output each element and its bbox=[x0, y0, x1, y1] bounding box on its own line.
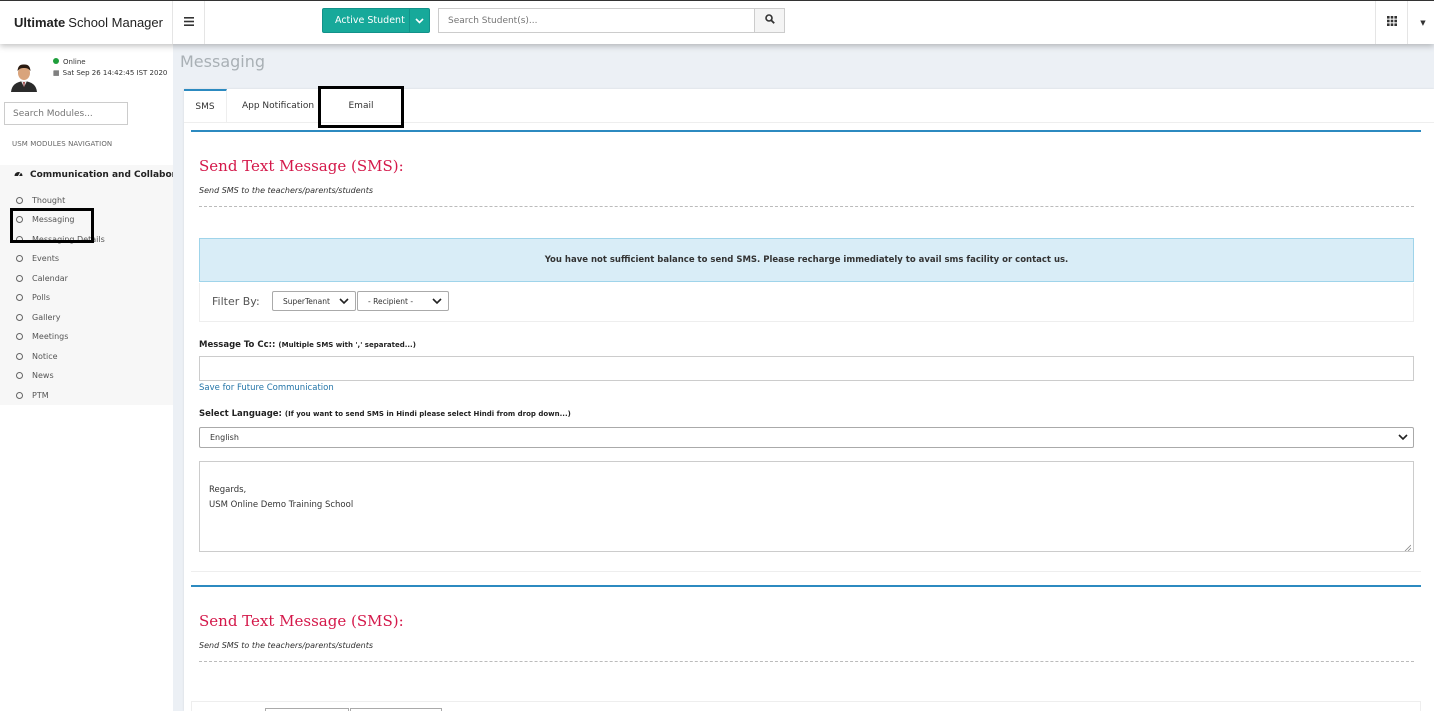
filter-row: Filter By: SuperTenant - Recipient - bbox=[199, 283, 1414, 322]
sidebar-item-gallery[interactable]: Gallery bbox=[16, 313, 61, 322]
user-status: Online ▦ Sat Sep 26 14:42:45 IST 2020 bbox=[53, 57, 167, 79]
cc-field-label: Message To Cc:: (Multiple SMS with ',' s… bbox=[199, 340, 416, 350]
section-title-second: Send Text Message (SMS): bbox=[199, 612, 404, 630]
student-search-input[interactable] bbox=[438, 8, 755, 33]
message-textarea[interactable]: Regards, USM Online Demo Training School bbox=[199, 461, 1414, 552]
section-subtitle-second: Send SMS to the teachers/parents/student… bbox=[199, 641, 374, 650]
avatar[interactable] bbox=[8, 60, 40, 92]
student-search-button[interactable] bbox=[755, 8, 785, 33]
filter-label: Filter By: bbox=[212, 295, 260, 308]
sidebar-item-events[interactable]: Events bbox=[16, 254, 59, 263]
circle-icon bbox=[16, 294, 23, 301]
online-status-text: Online bbox=[63, 58, 86, 66]
chevron-down-icon bbox=[432, 295, 442, 309]
lang-hint-text: (If you want to send SMS in Hindi please… bbox=[284, 410, 571, 418]
group-title-label: Communication and Collaboration bbox=[30, 170, 173, 180]
language-field-label: Select Language: (If you want to send SM… bbox=[199, 409, 571, 419]
content-panel: SMS App Notification Email Send Text Mes… bbox=[184, 89, 1434, 711]
top-navbar: Ultimate School Manager Active Student ▼ bbox=[0, 0, 1434, 44]
cc-hint-text: (Multiple SMS with ',' separated...) bbox=[278, 341, 416, 349]
circle-icon bbox=[16, 314, 23, 321]
section-divider-top bbox=[191, 130, 1421, 132]
section-title: Send Text Message (SMS): bbox=[199, 157, 404, 175]
circle-icon bbox=[16, 353, 23, 360]
sidebar-item-label: Thought bbox=[32, 196, 66, 205]
dashboard-icon bbox=[14, 169, 24, 180]
language-select[interactable]: English bbox=[199, 427, 1414, 448]
circle-icon bbox=[16, 197, 23, 204]
circle-icon bbox=[16, 275, 23, 282]
caret-down-icon: ▼ bbox=[1420, 18, 1426, 27]
lang-label-text: Select Language: bbox=[199, 409, 282, 419]
section-end-line bbox=[191, 571, 1421, 572]
sidebar-item-label: Calendar bbox=[32, 274, 68, 283]
brand-name-bold: Ultimate bbox=[14, 15, 66, 30]
online-dot-icon bbox=[53, 58, 59, 64]
circle-icon bbox=[16, 372, 23, 379]
tab-sms[interactable]: SMS bbox=[184, 89, 227, 123]
grid-icon bbox=[1386, 16, 1397, 29]
current-datetime: Sat Sep 26 14:42:45 IST 2020 bbox=[62, 69, 168, 77]
sidebar-item-label: Meetings bbox=[32, 332, 69, 341]
recipient-select-value: - Recipient - bbox=[368, 296, 414, 306]
highlight-box-messaging bbox=[10, 208, 94, 243]
hamburger-icon bbox=[183, 15, 194, 30]
cc-input[interactable] bbox=[199, 356, 1414, 381]
recipient-select[interactable]: - Recipient - bbox=[357, 291, 449, 311]
highlight-box-email-tab bbox=[318, 86, 404, 128]
apps-menu-button[interactable] bbox=[1375, 1, 1408, 44]
section-subtitle: Send SMS to the teachers/parents/student… bbox=[199, 186, 374, 195]
brand-name-rest: School Manager bbox=[68, 15, 163, 30]
sidebar-item-thought[interactable]: Thought bbox=[16, 196, 65, 205]
user-menu-caret[interactable]: ▼ bbox=[1412, 1, 1434, 44]
module-search-input[interactable] bbox=[4, 102, 128, 125]
chevron-down-icon bbox=[339, 295, 349, 309]
message-line: USM Online Demo Training School bbox=[209, 500, 354, 510]
page-title: Messaging bbox=[180, 52, 266, 71]
tenant-select-value: SuperTenant bbox=[283, 296, 330, 306]
section-divider-second bbox=[191, 585, 1421, 587]
circle-icon bbox=[16, 392, 23, 399]
calendar-icon: ▦ bbox=[53, 69, 60, 77]
sidebar-group-communication[interactable]: Communication and Collaboration bbox=[14, 169, 173, 180]
balance-alert: You have not sufficient balance to send … bbox=[199, 238, 1414, 282]
sidebar-item-label: Polls bbox=[32, 293, 51, 302]
active-student-dropdown[interactable]: Active Student bbox=[322, 8, 430, 33]
sidebar-item-label: Events bbox=[32, 254, 60, 263]
save-future-link[interactable]: Save for Future Communication bbox=[199, 383, 334, 393]
sidebar-item-label: PTM bbox=[32, 391, 49, 400]
sidebar-item-ptm[interactable]: PTM bbox=[16, 391, 49, 400]
chevron-down-icon bbox=[409, 9, 429, 32]
dashed-divider bbox=[199, 206, 1414, 207]
circle-icon bbox=[16, 333, 23, 340]
sidebar-item-notice[interactable]: Notice bbox=[16, 352, 58, 361]
nav-heading: USM MODULES NAVIGATION bbox=[12, 140, 113, 148]
sidebar-item-meetings[interactable]: Meetings bbox=[16, 332, 68, 341]
message-line: Regards, bbox=[209, 485, 247, 495]
search-icon bbox=[764, 14, 775, 27]
sidebar-item-news[interactable]: News bbox=[16, 371, 54, 380]
sidebar-item-polls[interactable]: Polls bbox=[16, 293, 50, 302]
filter-row-second bbox=[191, 701, 1421, 711]
chevron-down-icon bbox=[1398, 431, 1408, 445]
active-student-label: Active Student bbox=[335, 15, 405, 26]
sidebar-item-label: News bbox=[32, 371, 54, 380]
dashed-divider-second bbox=[199, 661, 1414, 662]
resize-grip-icon[interactable] bbox=[1404, 542, 1412, 552]
cc-label-text: Message To Cc:: bbox=[199, 340, 276, 350]
sidebar-item-label: Gallery bbox=[32, 313, 61, 322]
language-select-value: English bbox=[210, 433, 239, 442]
sidebar-toggle-button[interactable] bbox=[173, 1, 205, 44]
circle-icon bbox=[16, 255, 23, 262]
brand-logo[interactable]: Ultimate School Manager bbox=[0, 1, 173, 44]
sidebar-item-label: Notice bbox=[32, 352, 58, 361]
sidebar-item-calendar[interactable]: Calendar bbox=[16, 274, 68, 283]
tenant-select[interactable]: SuperTenant bbox=[272, 291, 356, 311]
sidebar: Online ▦Sat Sep 26 14:42:45 IST 2020 USM… bbox=[0, 44, 173, 711]
tab-app-notification[interactable]: App Notification bbox=[236, 89, 320, 123]
